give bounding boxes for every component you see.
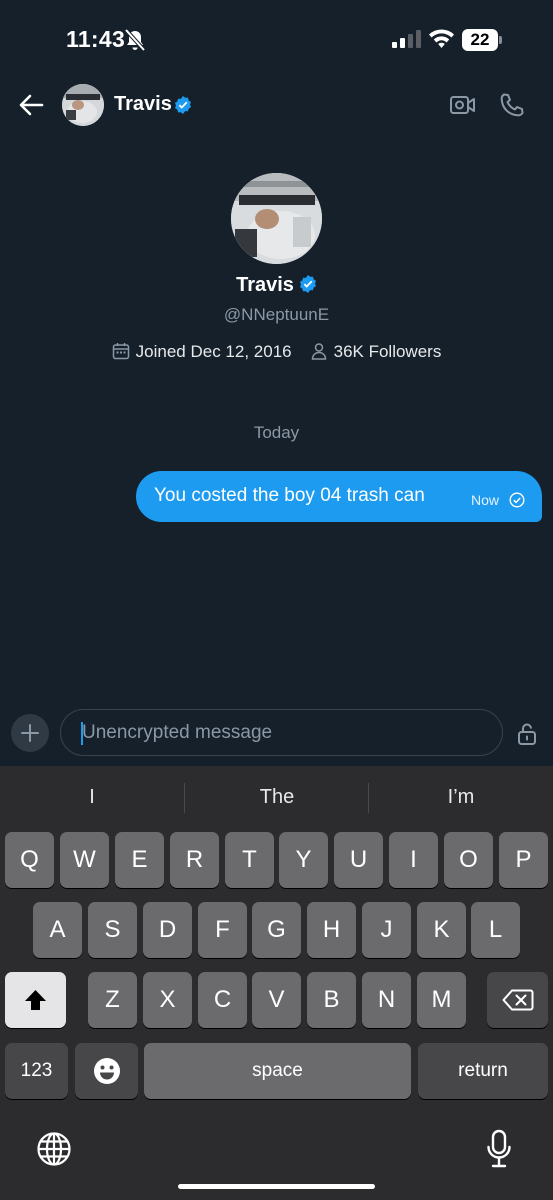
- battery-indicator: 22: [462, 29, 502, 51]
- status-bar: 11:43 22: [0, 0, 553, 84]
- suggestion-item[interactable]: I: [0, 786, 184, 809]
- key-q[interactable]: Q: [5, 832, 54, 888]
- add-media-button[interactable]: [11, 714, 49, 752]
- key-s[interactable]: S: [88, 902, 137, 958]
- key-h[interactable]: H: [307, 902, 356, 958]
- video-call-icon[interactable]: [449, 92, 477, 118]
- back-arrow-icon[interactable]: [18, 92, 44, 118]
- key-c[interactable]: C: [198, 972, 247, 1028]
- cellular-signal-icon: [392, 30, 421, 48]
- space-key[interactable]: space: [144, 1043, 411, 1099]
- key-r[interactable]: R: [170, 832, 219, 888]
- person-icon: [311, 342, 326, 360]
- joined-date: Joined Dec 12, 2016: [135, 341, 292, 361]
- keyboard: I The I’m Q W E R T Y U I O P A S D F G …: [0, 766, 553, 1200]
- shift-key[interactable]: [5, 972, 66, 1028]
- suggestion-item[interactable]: I’m: [369, 786, 553, 809]
- emoji-icon: [94, 1058, 120, 1084]
- suggestion-bar: I The I’m: [0, 766, 553, 830]
- profile-name[interactable]: Travis: [236, 274, 294, 296]
- key-w[interactable]: W: [60, 832, 109, 888]
- avatar-photo: [62, 84, 104, 126]
- key-n[interactable]: N: [362, 972, 411, 1028]
- profile-meta: Joined Dec 12, 2016 36K Followers: [0, 341, 553, 362]
- message-input[interactable]: Unencrypted message: [60, 709, 503, 756]
- key-k[interactable]: K: [417, 902, 466, 958]
- bell-slash-icon: [124, 28, 146, 52]
- key-a[interactable]: A: [33, 902, 82, 958]
- key-l[interactable]: L: [471, 902, 520, 958]
- key-e[interactable]: E: [115, 832, 164, 888]
- return-key[interactable]: return: [418, 1043, 548, 1099]
- profile-avatar[interactable]: [231, 173, 322, 264]
- key-d[interactable]: D: [143, 902, 192, 958]
- verified-badge-icon: [174, 96, 192, 114]
- emoji-key[interactable]: [75, 1043, 138, 1099]
- key-i[interactable]: I: [389, 832, 438, 888]
- joined-info: Joined Dec 12, 2016: [112, 342, 292, 362]
- avatar-photo: [231, 173, 322, 264]
- battery-level: 22: [462, 29, 498, 51]
- followers-count[interactable]: 36K Followers: [334, 342, 442, 361]
- key-u[interactable]: U: [334, 832, 383, 888]
- wifi-icon: [429, 29, 454, 48]
- followers-info: 36K Followers: [310, 342, 442, 362]
- key-o[interactable]: O: [444, 832, 493, 888]
- key-x[interactable]: X: [143, 972, 192, 1028]
- calendar-icon: [112, 342, 129, 359]
- key-v[interactable]: V: [252, 972, 301, 1028]
- header-avatar[interactable]: [62, 84, 104, 126]
- unlocked-padlock-icon[interactable]: [517, 722, 537, 746]
- microphone-icon[interactable]: [486, 1129, 512, 1169]
- sent-check-icon: [509, 492, 525, 508]
- status-time: 11:43: [66, 26, 126, 52]
- message-text: You costed the boy 04 trash can: [154, 485, 425, 506]
- suggestion-item[interactable]: The: [185, 786, 369, 809]
- message-time: Now: [471, 492, 500, 508]
- backspace-icon: [502, 989, 534, 1011]
- home-indicator: [178, 1184, 375, 1189]
- key-m[interactable]: M: [417, 972, 466, 1028]
- key-b[interactable]: B: [307, 972, 356, 1028]
- profile-name-row: Travis: [0, 274, 553, 297]
- delete-key[interactable]: [487, 972, 548, 1028]
- header-name[interactable]: Travis: [114, 93, 172, 116]
- key-y[interactable]: Y: [279, 832, 328, 888]
- key-f[interactable]: F: [198, 902, 247, 958]
- numbers-key[interactable]: 123: [5, 1043, 68, 1099]
- key-g[interactable]: G: [252, 902, 301, 958]
- message-placeholder: Unencrypted message: [82, 722, 273, 743]
- date-separator: Today: [253, 423, 300, 442]
- conversation-header: Travis: [0, 84, 553, 128]
- shift-arrow-icon: [25, 990, 46, 1010]
- message-bubble[interactable]: You costed the boy 04 trash can Now: [136, 471, 542, 522]
- plus-icon: [21, 724, 39, 742]
- globe-icon[interactable]: [36, 1131, 72, 1167]
- key-z[interactable]: Z: [88, 972, 137, 1028]
- verified-badge-icon: [299, 275, 316, 293]
- key-t[interactable]: T: [225, 832, 274, 888]
- key-j[interactable]: J: [362, 902, 411, 958]
- phone-call-icon[interactable]: [499, 92, 525, 118]
- key-p[interactable]: P: [499, 832, 548, 888]
- profile-handle: @NNeptuunE: [223, 305, 330, 324]
